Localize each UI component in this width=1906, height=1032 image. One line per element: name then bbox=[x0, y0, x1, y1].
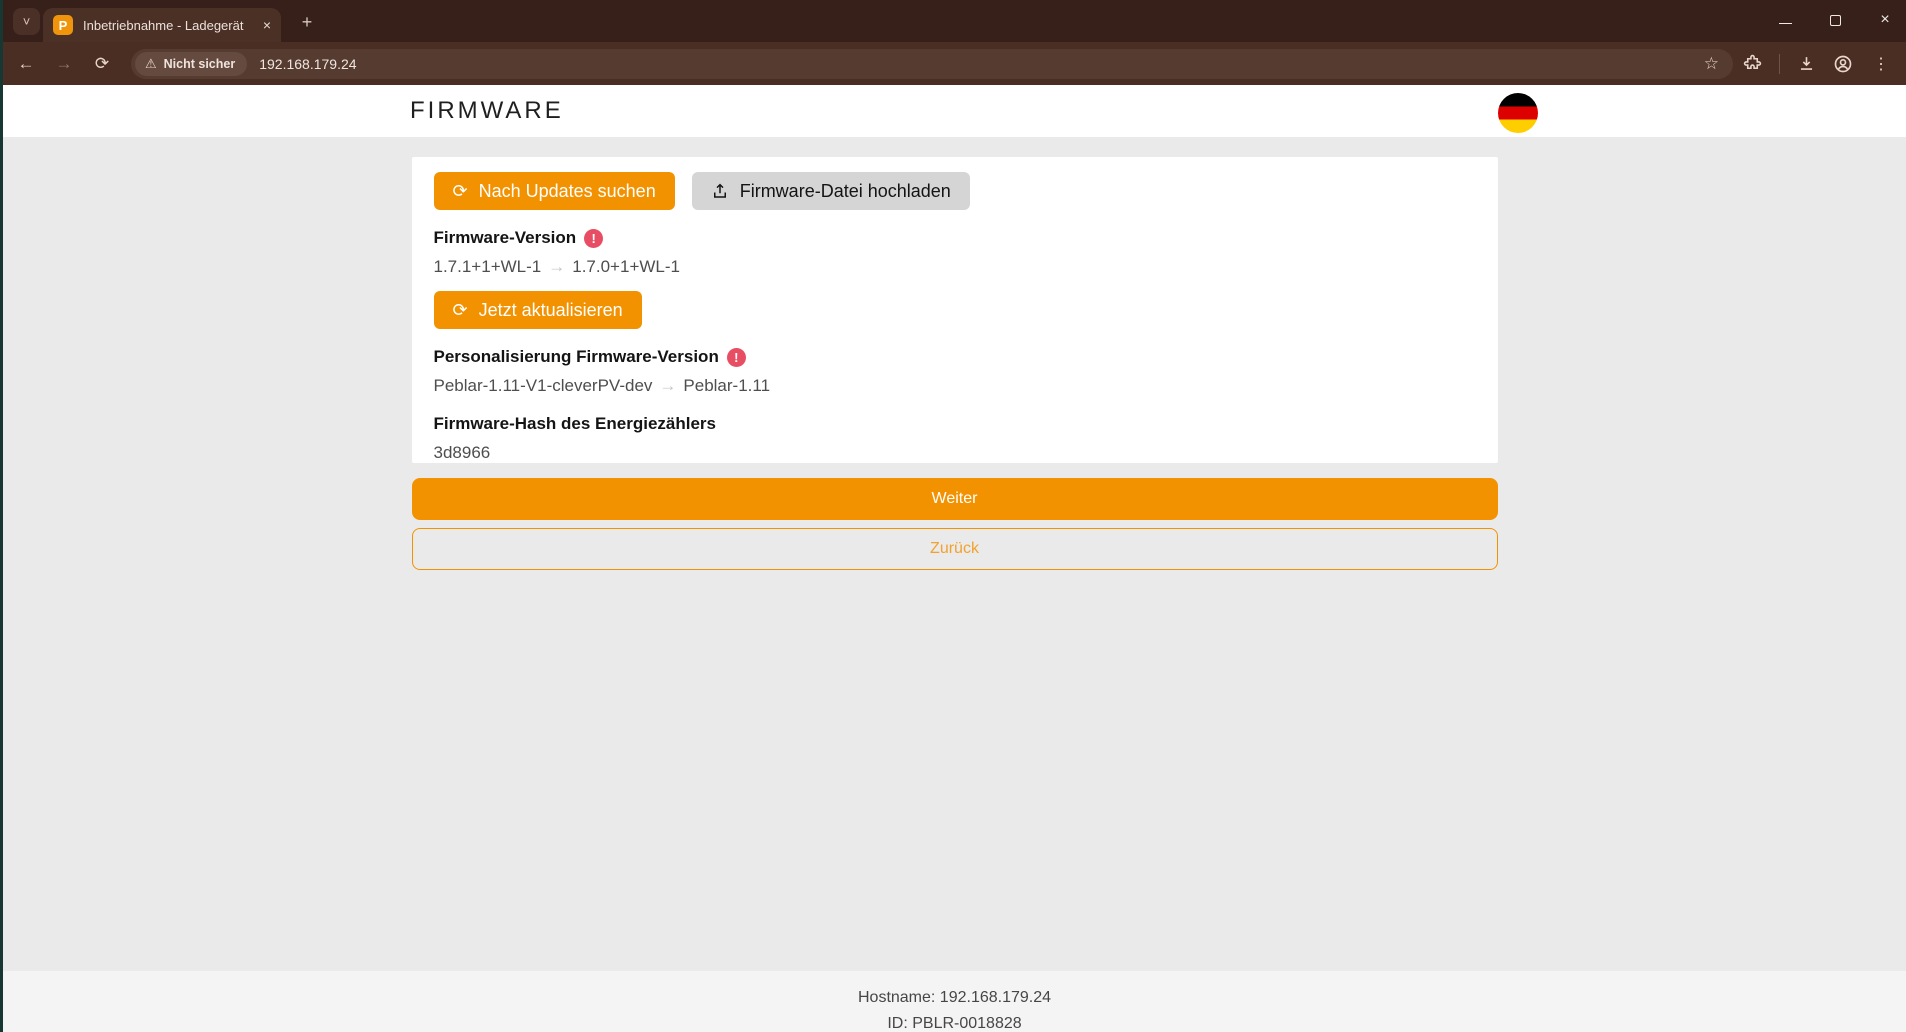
arrow-right-icon: → bbox=[652, 376, 683, 395]
meter-hash-value: 3d8966 bbox=[434, 443, 1476, 463]
close-icon: × bbox=[1880, 12, 1889, 28]
warning-icon: ⚠ bbox=[145, 56, 157, 72]
toolbar-icons: ⋮ bbox=[1743, 54, 1892, 74]
window-controls: × bbox=[1778, 0, 1892, 40]
firmware-target-version: 1.7.0+1+WL-1 bbox=[572, 257, 680, 276]
alert-badge-icon: ! bbox=[584, 229, 603, 248]
personalization-label-row: Personalisierung Firmware-Version ! bbox=[434, 347, 1476, 367]
personalization-target-version: Peblar-1.11 bbox=[683, 376, 770, 395]
reload-button[interactable]: ⟳ bbox=[85, 47, 119, 81]
address-bar[interactable]: ⚠ Nicht sicher 192.168.179.24 ☆ bbox=[131, 49, 1733, 79]
firmware-version-label-row: Firmware-Version ! bbox=[434, 228, 1476, 248]
back-step-button[interactable]: Zurück bbox=[412, 528, 1498, 570]
browser-tabstrip: ˅ P Inbetriebnahme - Ladegerät × + × bbox=[3, 0, 1906, 42]
back-button[interactable]: ← bbox=[9, 47, 43, 81]
upload-icon bbox=[711, 182, 729, 200]
upload-firmware-button[interactable]: Firmware-Datei hochladen bbox=[692, 172, 970, 210]
window-maximize-button[interactable] bbox=[1828, 13, 1842, 27]
profile-icon[interactable] bbox=[1833, 54, 1853, 74]
bookmark-star-icon[interactable]: ☆ bbox=[1704, 54, 1719, 74]
german-flag-language-icon[interactable] bbox=[1498, 93, 1538, 133]
forward-button[interactable]: → bbox=[47, 47, 81, 81]
tab-close-icon[interactable]: × bbox=[263, 17, 271, 33]
firmware-version-value: 1.7.1+1+WL-1→1.7.0+1+WL-1 bbox=[434, 257, 1476, 277]
personalization-label: Personalisierung Firmware-Version bbox=[434, 347, 719, 367]
url-text[interactable]: 192.168.179.24 bbox=[259, 56, 1704, 72]
check-updates-button[interactable]: ⟳ Nach Updates suchen bbox=[434, 172, 675, 210]
upload-firmware-label: Firmware-Datei hochladen bbox=[740, 181, 951, 202]
page-title: FIRMWARE bbox=[410, 85, 564, 137]
downloads-icon[interactable] bbox=[1797, 54, 1816, 73]
not-secure-chip[interactable]: ⚠ Nicht sicher bbox=[135, 52, 247, 76]
maximize-icon bbox=[1830, 15, 1841, 26]
not-secure-label: Nicht sicher bbox=[164, 57, 236, 71]
firmware-version-label: Firmware-Version bbox=[434, 228, 577, 248]
chevron-down-icon: ˅ bbox=[23, 14, 31, 29]
meter-hash-label: Firmware-Hash des Energiezählers bbox=[434, 414, 717, 434]
browser-tab[interactable]: P Inbetriebnahme - Ladegerät × bbox=[43, 8, 281, 42]
tab-search-button[interactable]: ˅ bbox=[13, 8, 40, 35]
footer-hostname: Hostname: 192.168.179.24 bbox=[3, 985, 1906, 1011]
arrow-right-icon: → bbox=[541, 257, 572, 276]
refresh-icon: ⟳ bbox=[453, 301, 468, 319]
minimize-icon bbox=[1779, 17, 1792, 24]
footer-device-id: ID: PBLR-0018828 bbox=[3, 1011, 1906, 1032]
refresh-icon: ⟳ bbox=[453, 182, 468, 200]
page-footer: Hostname: 192.168.179.24 ID: PBLR-001882… bbox=[3, 971, 1906, 1032]
alert-badge-icon: ! bbox=[727, 348, 746, 367]
site-favicon: P bbox=[53, 15, 73, 35]
personalization-value: Peblar-1.11-V1-cleverPV-dev→Peblar-1.11 bbox=[434, 376, 1476, 396]
page-main: ⟳ Nach Updates suchen Firmware-Datei hoc… bbox=[3, 157, 1906, 971]
window-minimize-button[interactable] bbox=[1778, 13, 1792, 27]
firmware-card: ⟳ Nach Updates suchen Firmware-Datei hoc… bbox=[412, 157, 1498, 463]
menu-dots-icon[interactable]: ⋮ bbox=[1870, 54, 1892, 74]
tab-title: Inbetriebnahme - Ladegerät bbox=[83, 18, 255, 33]
firmware-current-version: 1.7.1+1+WL-1 bbox=[434, 257, 542, 276]
window-close-button[interactable]: × bbox=[1878, 13, 1892, 27]
personalization-current-version: Peblar-1.11-V1-cleverPV-dev bbox=[434, 376, 653, 395]
toolbar-separator bbox=[1779, 54, 1780, 74]
next-button[interactable]: Weiter bbox=[412, 478, 1498, 520]
page-header: FIRMWARE bbox=[3, 85, 1906, 137]
update-now-label: Jetzt aktualisieren bbox=[479, 300, 623, 321]
meter-hash-label-row: Firmware-Hash des Energiezählers bbox=[434, 414, 1476, 434]
check-updates-label: Nach Updates suchen bbox=[479, 181, 656, 202]
browser-toolbar: ← → ⟳ ⚠ Nicht sicher 192.168.179.24 ☆ ⋮ bbox=[3, 42, 1906, 85]
update-now-button[interactable]: ⟳ Jetzt aktualisieren bbox=[434, 291, 642, 329]
extensions-puzzle-icon[interactable] bbox=[1743, 54, 1762, 73]
new-tab-button[interactable]: + bbox=[295, 10, 319, 34]
